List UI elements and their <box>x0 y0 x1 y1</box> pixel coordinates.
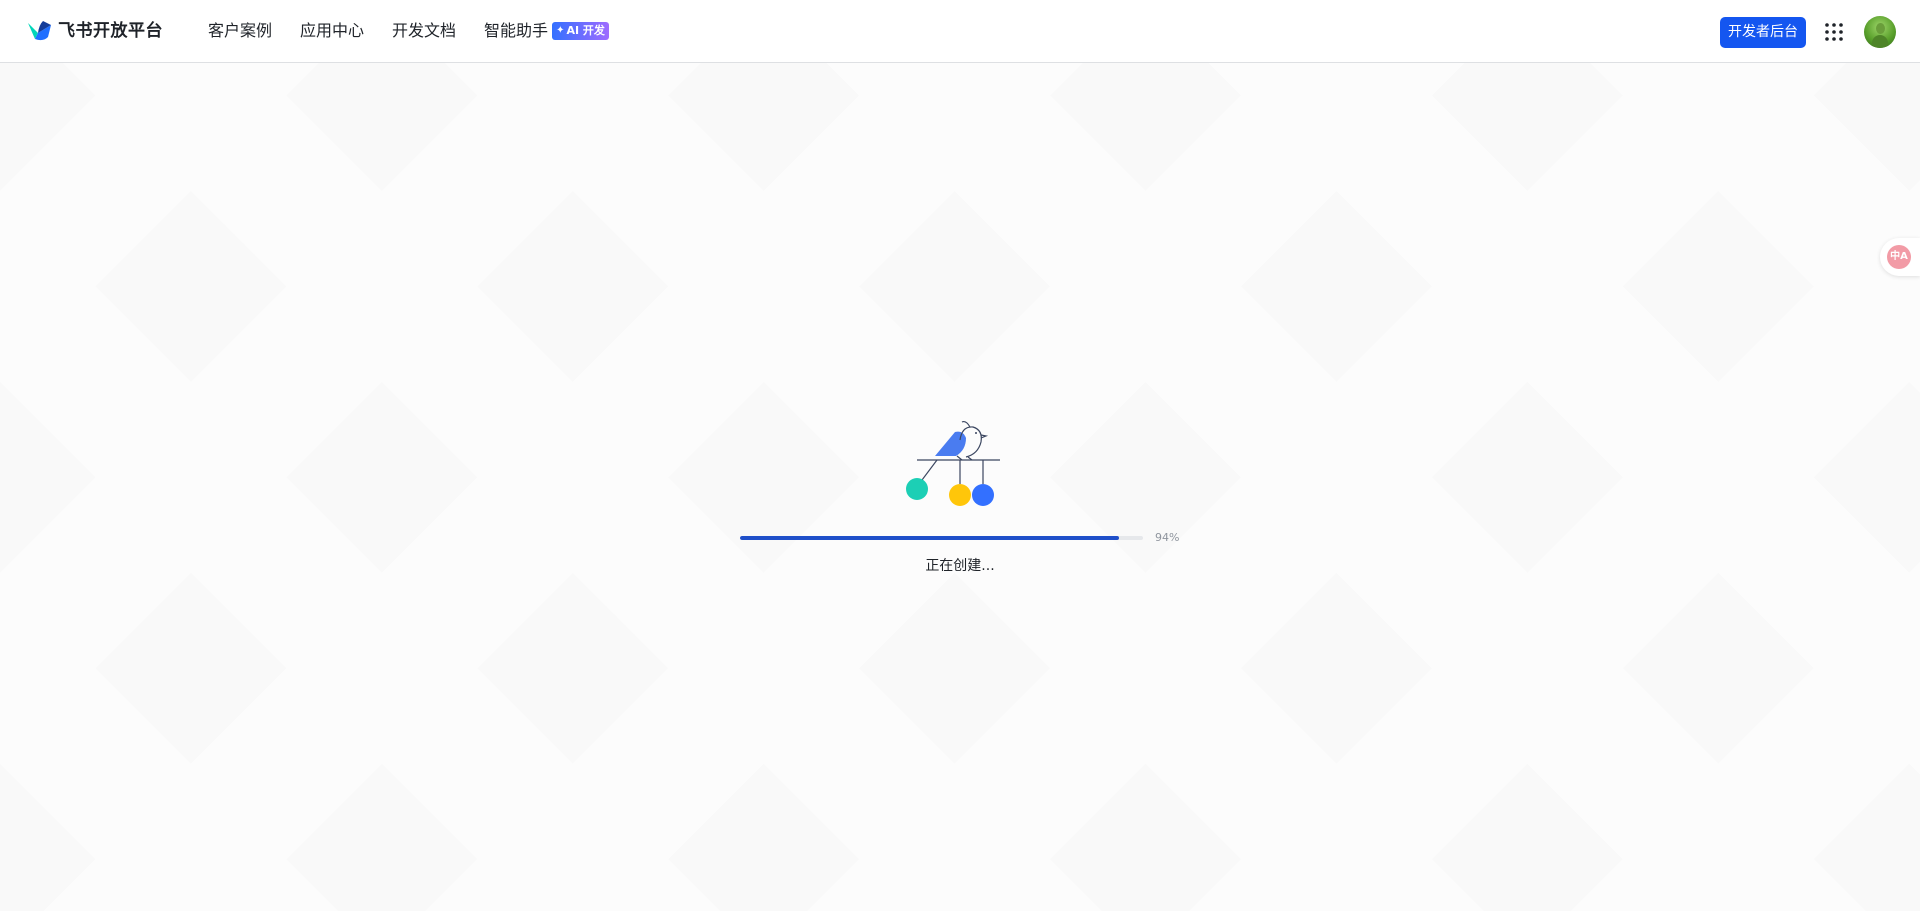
yellow-ball <box>949 484 971 506</box>
teal-ball <box>906 478 928 500</box>
blue-ball <box>972 484 994 506</box>
page: 飞书开放平台 客户案例 应用中心 开发文档 智能助手 ✦ AI 开发 开发者后台 <box>0 0 1920 911</box>
progress-bar <box>740 536 1143 540</box>
loading-panel: 94% 正在创建... <box>0 0 1920 911</box>
progress-bar-fill <box>740 536 1119 540</box>
progress-percent: 94% <box>1155 531 1180 544</box>
bird-mobile-illustration <box>906 420 1000 506</box>
loading-status-text: 正在创建... <box>925 558 995 574</box>
